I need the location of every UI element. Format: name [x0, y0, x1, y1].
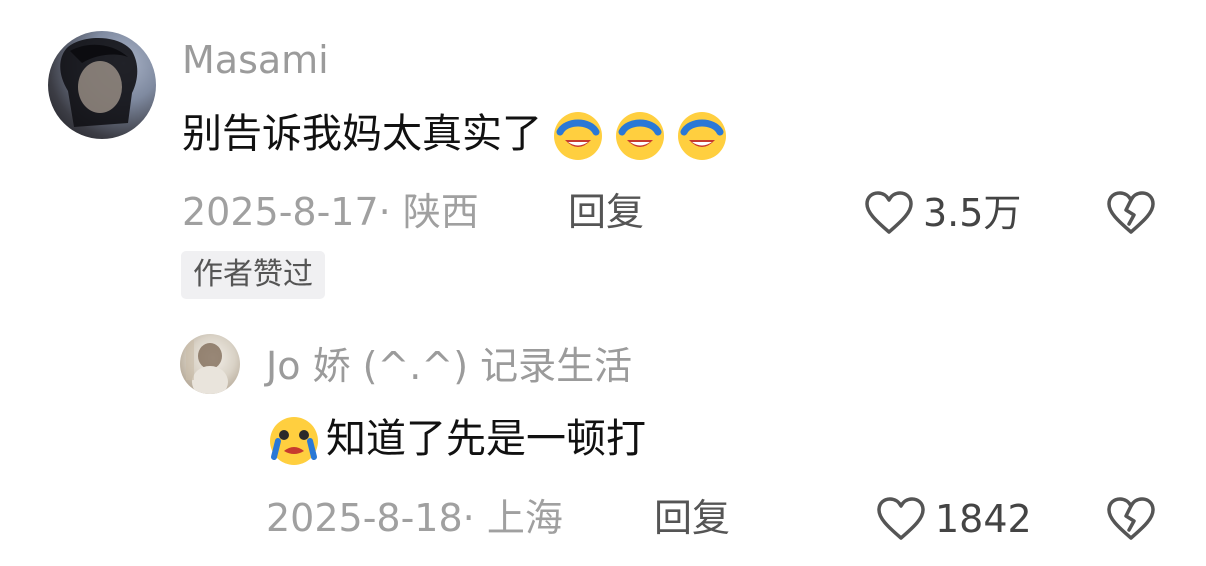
dislike-button[interactable]: [1104, 190, 1158, 240]
laugh-crying-emoji-icon: [678, 112, 726, 160]
laugh-crying-emoji-icon: [616, 112, 664, 160]
like-button[interactable]: 3.5万: [863, 190, 1021, 236]
reply-button[interactable]: 回复: [568, 193, 644, 231]
dislike-button[interactable]: [1104, 496, 1158, 546]
reply-username[interactable]: Jo 娇 (^.^) 记录生活: [266, 347, 632, 385]
reply-text-content: 知道了先是一顿打: [326, 416, 646, 462]
avatar[interactable]: [48, 31, 156, 139]
author-liked-badge: 作者赞过: [181, 251, 325, 299]
like-count: 1842: [935, 497, 1032, 541]
reply-date-location: 2025-8-18· 上海: [266, 496, 563, 540]
comment-text: 别告诉我妈太真实了: [182, 106, 730, 162]
comment-date-location: 2025-8-17· 陕西: [182, 190, 479, 234]
broken-heart-icon: [1107, 497, 1155, 540]
laugh-crying-emoji-icon: [554, 112, 602, 160]
reply-button[interactable]: 回复: [654, 499, 730, 537]
reply-text: 知道了先是一顿打: [266, 411, 646, 467]
comment-text-content: 别告诉我妈太真实了: [182, 111, 542, 157]
broken-heart-icon: [1107, 191, 1155, 234]
like-count: 3.5万: [923, 191, 1022, 235]
heart-outline-icon: [865, 191, 913, 234]
like-button[interactable]: 1842: [875, 496, 1032, 542]
comment-username[interactable]: Masami: [182, 41, 329, 79]
heart-outline-icon: [877, 497, 925, 540]
avatar[interactable]: [180, 334, 240, 394]
crying-emoji-icon: [270, 417, 318, 465]
